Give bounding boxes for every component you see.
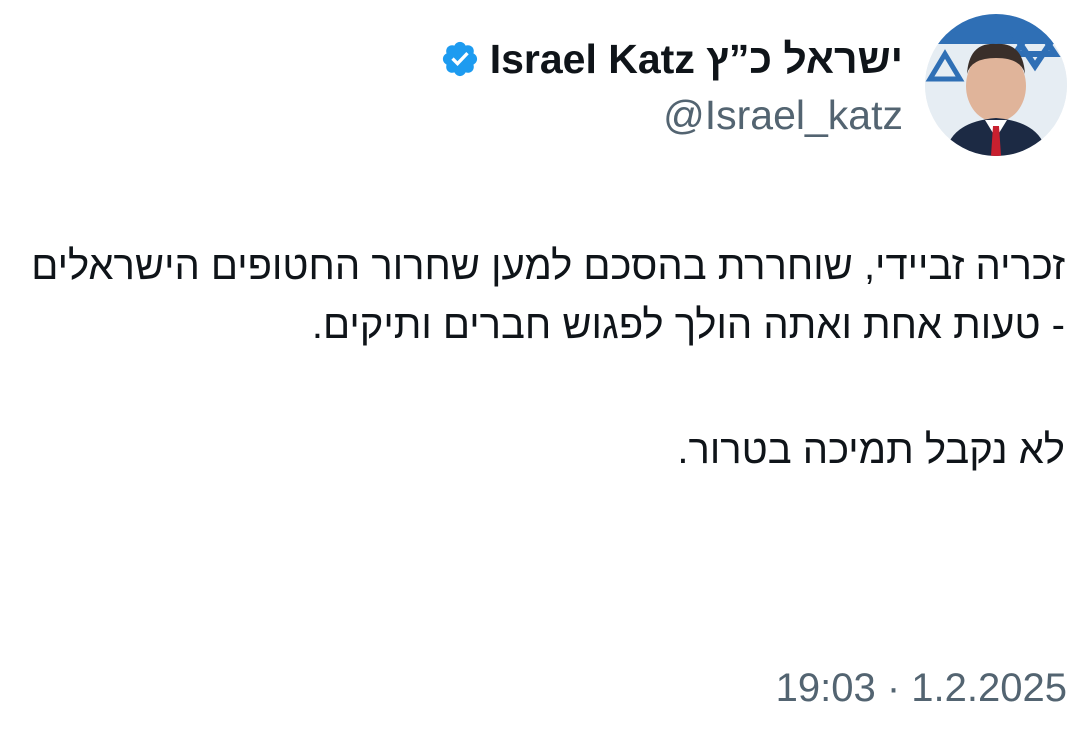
tweet-paragraph-2: לא נקבל תמיכה בטרור. — [677, 428, 1065, 472]
verified-badge-icon — [440, 39, 480, 79]
name-row: ישראל כ”ץ Israel Katz — [440, 30, 903, 88]
tweet-text: זכריה זביידי, שוחררת בהסכם למען שחרור הח… — [20, 237, 1065, 480]
avatar-image — [925, 14, 1067, 156]
display-name[interactable]: ישראל כ”ץ Israel Katz — [490, 30, 903, 88]
user-handle[interactable]: @Israel_katz — [663, 90, 903, 140]
tweet: ישראל כ”ץ Israel Katz @Israel_katz זכריה… — [0, 0, 1087, 731]
tweet-paragraph-1: זכריה זביידי, שוחררת בהסכם למען שחרור הח… — [31, 244, 1065, 347]
tweet-timestamp[interactable]: 19:03 · 1.2.2025 — [776, 662, 1067, 714]
avatar[interactable] — [925, 14, 1067, 156]
author-names: ישראל כ”ץ Israel Katz @Israel_katz — [440, 30, 903, 140]
tweet-header: ישראל כ”ץ Israel Katz @Israel_katz — [440, 14, 1067, 156]
